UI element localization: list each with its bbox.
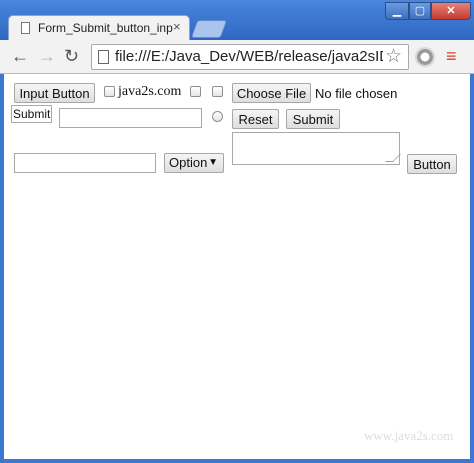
checkbox-2[interactable] [190,86,201,97]
browser-toolbar: ← → ↻ file:///E:/Java_Dev/WEB/release/ja… [0,40,474,74]
new-tab-button[interactable] [190,20,228,38]
url-text[interactable]: file:///E:/Java_Dev/WEB/release/java2sID… [115,48,383,65]
close-window-button[interactable]: ✕ [431,2,471,20]
menu-icon[interactable]: ≡ [446,46,457,67]
option-select[interactable]: Option ▼ [164,153,224,173]
reload-icon[interactable]: ↻ [64,46,79,67]
tab-title: Form_Submit_button_inp [38,21,173,35]
checkbox-3[interactable] [212,86,223,97]
forward-icon[interactable]: → [38,46,56,67]
back-icon[interactable]: ← [11,46,29,67]
title-bar: Form_Submit_button_inp × ▁ ▢ ✕ [0,0,474,40]
minimize-button[interactable]: ▁ [385,2,409,20]
extension-icon[interactable] [415,47,435,67]
chevron-down-icon: ▼ [208,157,218,168]
browser-window: Form_Submit_button_inp × ▁ ▢ ✕ ← → ↻ fil… [0,0,474,463]
maximize-button[interactable]: ▢ [409,2,431,20]
address-bar[interactable]: file:///E:/Java_Dev/WEB/release/java2sID… [91,44,409,70]
file-status-text: No file chosen [315,86,398,101]
page-icon [21,22,30,34]
radio-button[interactable] [212,111,223,122]
text-input-2[interactable] [14,153,156,173]
checkbox-label: java2s.com [118,84,182,99]
resize-grip-icon[interactable] [385,154,401,162]
text-input[interactable] [59,108,202,128]
choose-file-button[interactable]: Choose File [232,83,311,103]
checkbox-1[interactable] [104,86,115,97]
generic-button[interactable]: Button [407,154,457,174]
submit-button[interactable]: Submit [286,109,340,129]
page-icon [98,50,109,64]
reset-button[interactable]: Reset [232,109,279,129]
bookmark-star-icon[interactable]: ☆ [385,45,402,68]
textarea[interactable] [232,132,401,165]
submit-image-button[interactable]: Submit [11,105,53,123]
input-button[interactable]: Input Button [14,83,95,103]
select-value: Option [169,155,208,170]
page-content: Input Button java2s.com Choose File No f… [4,74,470,459]
watermark: www.java2s.com [364,428,454,443]
tab-close-icon[interactable]: × [173,19,181,34]
browser-tab[interactable]: Form_Submit_button_inp × [8,15,190,40]
